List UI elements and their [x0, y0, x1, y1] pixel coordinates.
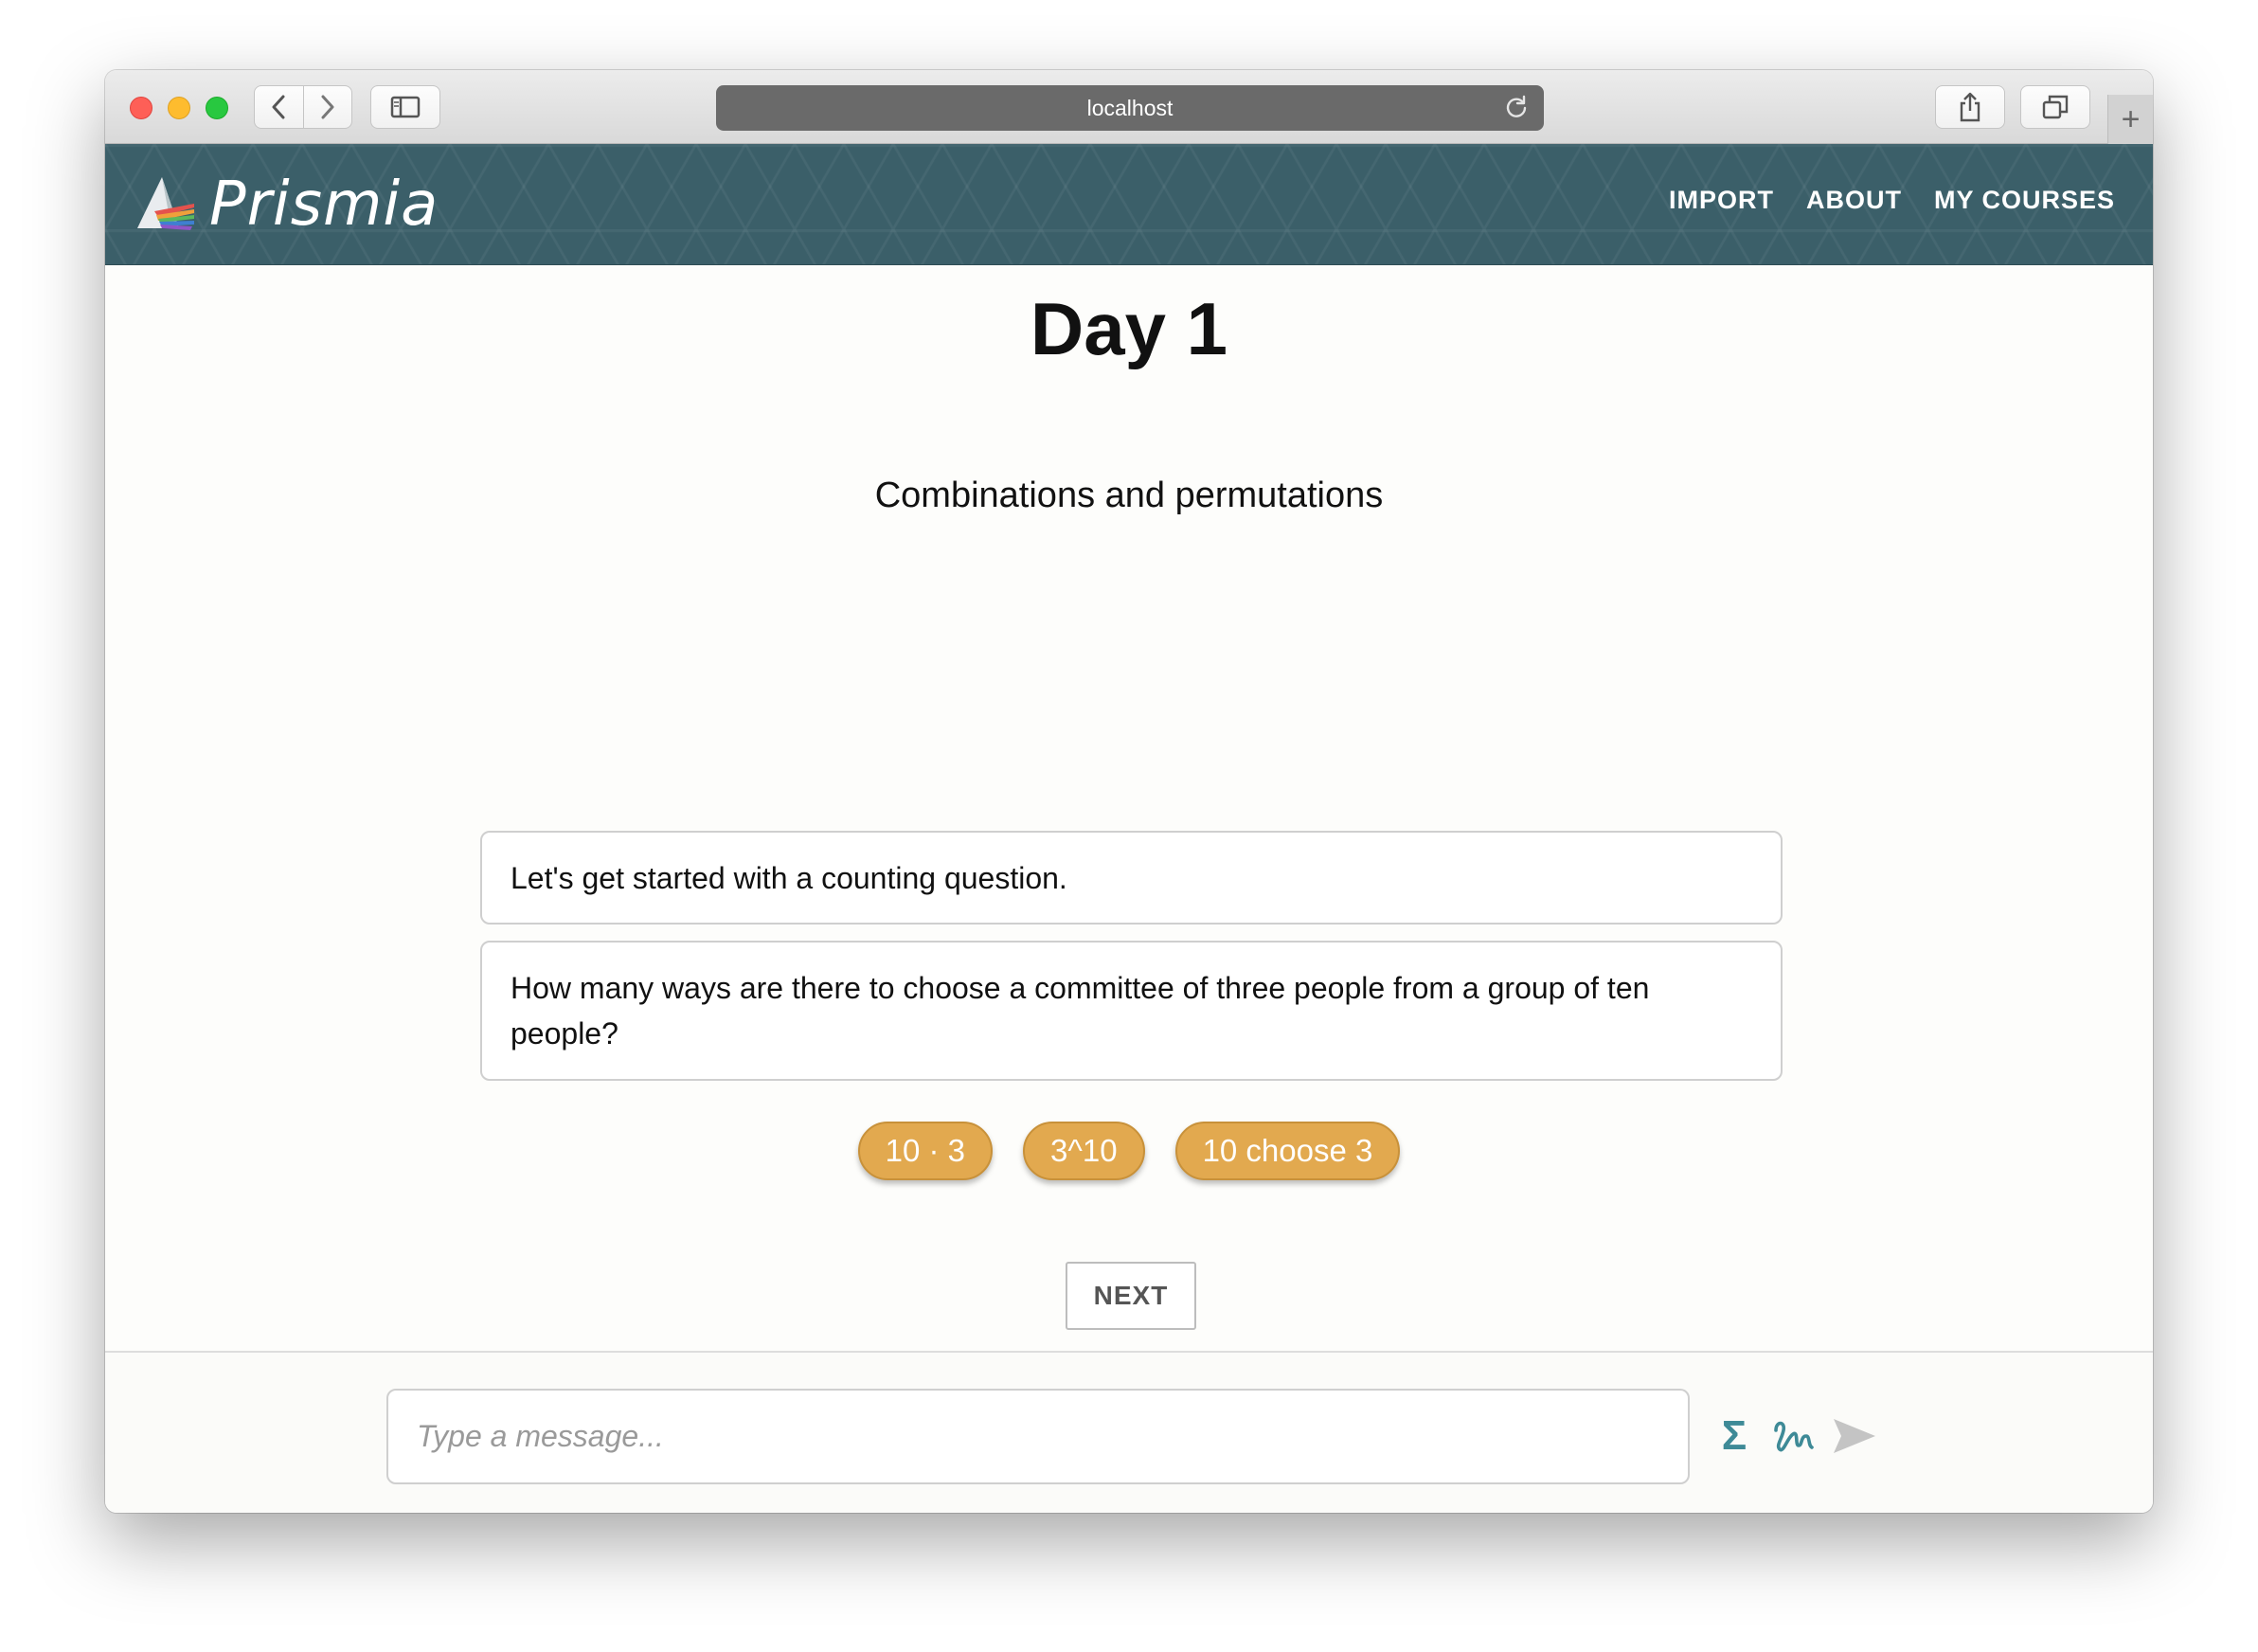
nav-import-link[interactable]: IMPORT [1669, 186, 1774, 215]
main-nav: IMPORT ABOUT MY COURSES [1669, 186, 2115, 215]
scribble-icon[interactable] [1770, 1415, 1816, 1457]
close-window-button[interactable] [130, 97, 152, 119]
reload-icon[interactable] [1504, 95, 1529, 119]
sidebar-toggle-button[interactable] [370, 85, 440, 129]
browser-toolbar: localhost + [105, 70, 2153, 144]
sidebar-icon [390, 96, 421, 118]
history-nav-group [254, 85, 352, 129]
address-bar[interactable]: localhost [716, 85, 1544, 131]
page-title: Day 1 [1030, 287, 1228, 370]
forward-button[interactable] [302, 86, 352, 128]
zoom-window-button[interactable] [206, 97, 228, 119]
back-button[interactable] [255, 86, 303, 128]
chevron-right-icon [321, 95, 334, 119]
answer-choice-button[interactable]: 3^10 [1023, 1122, 1145, 1180]
message-text: Let's get started with a counting questi… [511, 860, 1067, 895]
send-icon[interactable] [1831, 1415, 1878, 1457]
message-composer: Σ [105, 1351, 2153, 1513]
next-button[interactable]: NEXT [1066, 1262, 1196, 1330]
answer-choices: 10 · 3 3^10 10 choose 3 [105, 1122, 2153, 1180]
page-subtitle: Combinations and permutations [874, 476, 1384, 515]
prism-logo-icon [137, 177, 194, 230]
answer-choice-button[interactable]: 10 choose 3 [1174, 1122, 1401, 1180]
nav-my-courses-link[interactable]: MY COURSES [1934, 186, 2115, 215]
chevron-left-icon [272, 95, 285, 119]
message-card: Let's get started with a counting questi… [480, 831, 1783, 925]
nav-about-link[interactable]: ABOUT [1806, 186, 1902, 215]
plus-icon: + [2121, 100, 2141, 137]
message-input[interactable] [386, 1389, 1690, 1484]
sigma-icon[interactable]: Σ [1715, 1412, 1753, 1459]
brand-logo[interactable]: Prismia [134, 167, 439, 242]
share-button[interactable] [1935, 85, 2005, 129]
site-header: Prismia IMPORT ABOUT MY COURSES [105, 144, 2153, 265]
url-text: localhost [1086, 95, 1174, 120]
new-tab-button[interactable]: + [2107, 95, 2153, 144]
tabs-icon [2042, 95, 2069, 119]
answer-choice-button[interactable]: 10 · 3 [857, 1122, 994, 1180]
share-icon [1960, 92, 1980, 122]
message-card: How many ways are there to choose a comm… [480, 941, 1783, 1081]
minimize-window-button[interactable] [168, 97, 190, 119]
tab-overview-button[interactable] [2020, 85, 2090, 129]
browser-window: localhost + Prismia IMPORT ABOUT MY COUR… [105, 70, 2153, 1513]
brand-name: Prismia [209, 170, 439, 240]
message-text: How many ways are there to choose a comm… [511, 971, 1650, 1050]
